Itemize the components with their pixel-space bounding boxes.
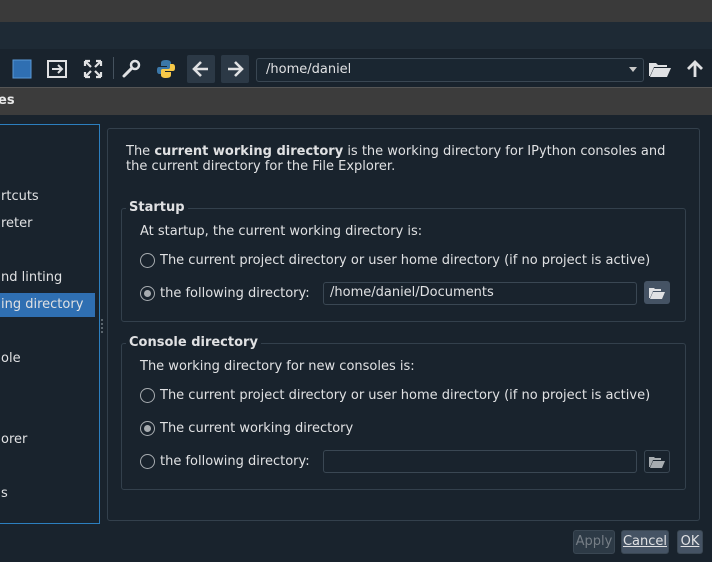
- console-option2-label[interactable]: The current working directory: [160, 421, 353, 436]
- sidebar-item-console[interactable]: ole: [0, 347, 95, 371]
- console-group-title: Console directory: [126, 335, 261, 350]
- splitter-handle[interactable]: [100, 318, 104, 334]
- toolbar-separator: [113, 57, 114, 79]
- sidebar-item-last[interactable]: s: [0, 482, 95, 506]
- folder-open-icon[interactable]: [646, 55, 674, 83]
- startup-browse-button[interactable]: [644, 281, 670, 304]
- up-arrow-icon[interactable]: [681, 55, 709, 83]
- sidebar-item-label: ing directory: [1, 297, 84, 312]
- back-icon[interactable]: [187, 55, 215, 83]
- sidebar-item-interpreter[interactable]: reter: [0, 212, 95, 236]
- dialog-title: es: [0, 93, 15, 108]
- sidebar-item-shortcuts[interactable]: rtcuts: [0, 185, 95, 209]
- startup-option2-label[interactable]: the following directory:: [160, 286, 310, 301]
- startup-option2-radio[interactable]: [140, 286, 155, 301]
- sidebar-item-label: reter: [1, 216, 33, 231]
- startup-label: At startup, the current working director…: [140, 224, 423, 239]
- console-option1-label[interactable]: The current project directory or user ho…: [160, 388, 650, 403]
- cancel-button[interactable]: Cancel: [621, 530, 669, 554]
- menu-strip: [0, 22, 712, 49]
- console-label: The working directory for new consoles i…: [140, 359, 415, 374]
- folder-icon: [649, 456, 665, 468]
- intro-bold-text: current working directory: [154, 144, 344, 159]
- dialog-titlebar: es: [0, 87, 712, 115]
- console-option2-radio[interactable]: [140, 421, 155, 436]
- apply-button[interactable]: Apply: [573, 530, 615, 554]
- sidebar-item-working-directory[interactable]: ing directory: [0, 293, 95, 317]
- startup-group-title: Startup: [126, 200, 188, 215]
- path-combobox[interactable]: /home/daniel: [256, 58, 644, 82]
- sidebar-item-label: nd linting: [1, 270, 63, 285]
- run-to-icon[interactable]: [44, 55, 72, 83]
- stop-icon[interactable]: [8, 55, 36, 83]
- ok-button[interactable]: OK: [677, 530, 703, 554]
- sidebar-item-completion-linting[interactable]: nd linting: [0, 266, 95, 290]
- sidebar-item-label: orer: [1, 432, 28, 447]
- startup-directory-value: /home/daniel/Documents: [330, 285, 494, 300]
- startup-directory-field[interactable]: /home/daniel/Documents: [323, 282, 637, 305]
- sidebar-item-explorer[interactable]: orer: [0, 428, 95, 452]
- forward-icon[interactable]: [221, 55, 249, 83]
- startup-option1-radio[interactable]: [140, 253, 155, 268]
- sidebar-item-label: ole: [1, 351, 21, 366]
- path-value: /home/daniel: [266, 62, 352, 77]
- preferences-sidebar: rtcuts reter nd linting ing directory ol…: [0, 124, 100, 524]
- sidebar-item-label: s: [1, 486, 8, 501]
- startup-option1-label[interactable]: The current project directory or user ho…: [160, 253, 650, 268]
- python-icon[interactable]: [152, 55, 180, 83]
- console-option3-label[interactable]: the following directory:: [160, 454, 310, 469]
- folder-icon: [649, 287, 665, 299]
- window-top-strip: [0, 0, 712, 23]
- console-option3-radio[interactable]: [140, 454, 155, 469]
- sidebar-item-label: rtcuts: [1, 189, 39, 204]
- wrench-icon[interactable]: [117, 55, 145, 83]
- console-directory-field[interactable]: [323, 450, 637, 473]
- maximize-icon[interactable]: [79, 55, 107, 83]
- intro-text: The current working directory is the wor…: [126, 144, 666, 174]
- console-browse-button[interactable]: [644, 450, 670, 473]
- chevron-down-icon[interactable]: [629, 67, 637, 72]
- console-option1-radio[interactable]: [140, 388, 155, 403]
